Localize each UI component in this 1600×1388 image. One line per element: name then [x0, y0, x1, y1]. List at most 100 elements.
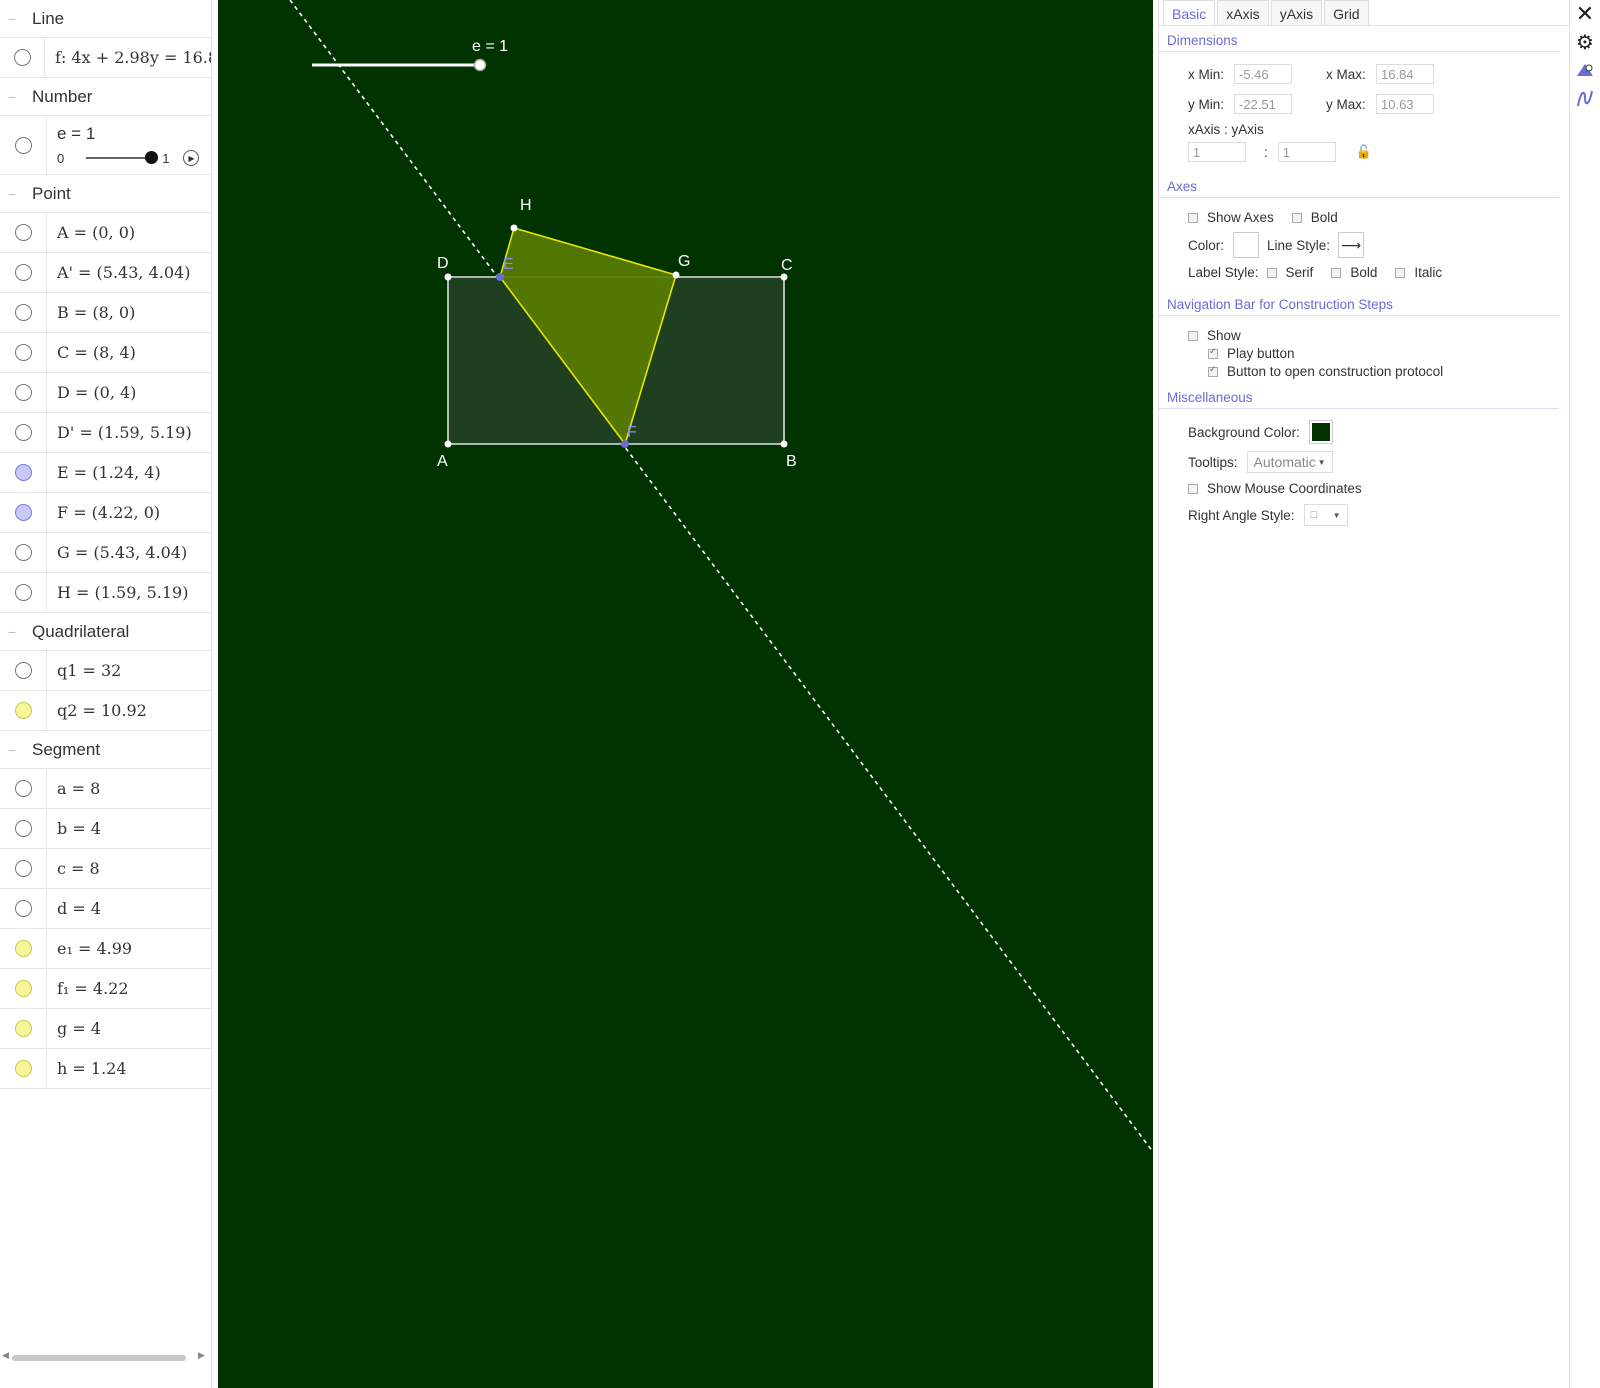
visibility-toggle[interactable]: [0, 213, 47, 252]
visibility-marble-icon[interactable]: [14, 344, 32, 361]
visibility-marble-icon[interactable]: [14, 464, 32, 481]
point-F[interactable]: [621, 440, 629, 448]
slider-label[interactable]: e = 1: [57, 124, 199, 144]
algebra-item-row[interactable]: h = 1.24: [0, 1048, 211, 1089]
point-B[interactable]: [780, 440, 788, 448]
visibility-toggle[interactable]: [0, 116, 47, 174]
visibility-marble-icon[interactable]: [14, 940, 32, 957]
ratio-y-field[interactable]: 1: [1277, 142, 1336, 162]
collapse-icon[interactable]: −: [8, 89, 32, 105]
axes-bold-checkbox[interactable]: [1291, 212, 1302, 223]
scroll-right-icon[interactable]: ▶: [198, 1350, 205, 1361]
algebra-expression[interactable]: e₁ = 4.99: [47, 939, 132, 958]
visibility-toggle[interactable]: [0, 333, 47, 372]
collapse-icon[interactable]: −: [8, 742, 32, 758]
visibility-toggle[interactable]: [0, 1009, 47, 1048]
show-axes-checkbox[interactable]: [1188, 212, 1198, 223]
ymin-field[interactable]: -22.51: [1234, 94, 1292, 114]
tab-grid[interactable]: Grid: [1324, 0, 1369, 25]
slider-knob[interactable]: [145, 151, 159, 164]
visibility-marble-icon[interactable]: [14, 224, 32, 241]
algebra-expression[interactable]: G = (5.43, 4.04): [47, 543, 187, 562]
collapse-icon[interactable]: −: [8, 11, 32, 27]
algebra-item-row[interactable]: C = (8, 4): [0, 332, 211, 373]
algebra-item-row[interactable]: d = 4: [0, 888, 211, 929]
navbar-show-checkbox[interactable]: [1188, 330, 1198, 341]
algebra-item-row[interactable]: B = (8, 0): [0, 292, 211, 333]
point-D[interactable]: [444, 273, 452, 281]
algebra-expression[interactable]: a = 8: [47, 779, 100, 798]
tab-basic[interactable]: Basic: [1163, 0, 1216, 25]
ratio-x-field[interactable]: 1: [1188, 142, 1246, 162]
scrollbar-thumb[interactable]: [12, 1355, 186, 1361]
right-angle-dropdown[interactable]: □ ▼: [1303, 504, 1348, 526]
function-icon[interactable]: [1570, 86, 1600, 110]
algebra-horizontal-scrollbar[interactable]: ◀ ▶: [0, 1350, 208, 1364]
visibility-toggle[interactable]: [0, 929, 47, 968]
visibility-toggle[interactable]: [0, 849, 47, 888]
visibility-marble-icon[interactable]: [14, 860, 32, 877]
xmin-field[interactable]: -5.46: [1234, 64, 1292, 84]
visibility-marble-icon[interactable]: [14, 980, 32, 997]
visibility-marble-icon[interactable]: [13, 49, 31, 66]
point-H[interactable]: [510, 224, 518, 232]
visibility-toggle[interactable]: [0, 769, 47, 808]
algebra-item-row[interactable]: D' = (1.59, 5.19): [0, 412, 211, 453]
visibility-toggle[interactable]: [0, 691, 47, 730]
visibility-marble-icon[interactable]: [14, 1060, 32, 1077]
visibility-marble-icon[interactable]: [14, 136, 32, 154]
visibility-marble-icon[interactable]: [14, 544, 32, 561]
algebra-item-row[interactable]: g = 4: [0, 1008, 211, 1049]
algebra-expression[interactable]: c = 8: [47, 859, 100, 878]
algebra-item-row[interactable]: c = 8: [0, 848, 211, 889]
algebra-expression[interactable]: H = (1.59, 5.19): [47, 583, 188, 602]
serif-checkbox[interactable]: [1266, 267, 1277, 278]
algebra-item-row[interactable]: f: 4x + 2.98y = 16.8: [0, 37, 211, 78]
close-icon[interactable]: ✕: [1570, 1, 1600, 26]
visibility-marble-icon[interactable]: [14, 662, 32, 679]
algebra-item-row[interactable]: E = (1.24, 4): [0, 452, 211, 493]
point-A[interactable]: [444, 440, 452, 448]
algebra-group-header[interactable]: − Number: [0, 78, 211, 116]
algebra-expression[interactable]: h = 1.24: [47, 1059, 127, 1078]
xmax-field[interactable]: 16.84: [1376, 64, 1434, 84]
visibility-toggle[interactable]: [0, 453, 47, 492]
visibility-toggle[interactable]: [0, 969, 47, 1008]
gear-icon[interactable]: ⚙: [1570, 30, 1600, 54]
visibility-toggle[interactable]: [0, 493, 47, 532]
graphics-style-icon[interactable]: [1570, 58, 1600, 82]
mouse-coords-checkbox[interactable]: [1188, 483, 1198, 494]
background-color-button[interactable]: [1308, 420, 1333, 444]
visibility-marble-icon[interactable]: [14, 304, 32, 321]
algebra-item-row[interactable]: G = (5.43, 4.04): [0, 532, 211, 573]
tab-yaxis[interactable]: yAxis: [1270, 0, 1323, 25]
point-E[interactable]: [496, 273, 504, 281]
line-style-arrow-icon[interactable]: ⟶: [1338, 232, 1365, 258]
italic-checkbox[interactable]: [1395, 267, 1406, 278]
slider-knob[interactable]: [473, 58, 487, 72]
algebra-expression[interactable]: f: 4x + 2.98y = 16.8: [45, 48, 211, 67]
tooltips-dropdown[interactable]: Automatic ▼: [1246, 451, 1333, 473]
visibility-toggle[interactable]: [0, 1049, 47, 1088]
visibility-marble-icon[interactable]: [14, 264, 32, 281]
algebra-expression[interactable]: g = 4: [47, 1019, 101, 1038]
collapse-icon[interactable]: −: [8, 624, 32, 640]
algebra-group-header[interactable]: − Line: [0, 0, 211, 38]
visibility-toggle[interactable]: [0, 809, 47, 848]
algebra-group-header[interactable]: − Point: [0, 175, 211, 213]
visibility-toggle[interactable]: [0, 573, 47, 612]
line-f[interactable]: [289, 0, 1153, 1153]
visibility-toggle[interactable]: [0, 889, 47, 928]
algebra-item-row[interactable]: q1 = 32: [0, 650, 211, 691]
algebra-expression[interactable]: q2 = 10.92: [47, 701, 147, 720]
axes-color-swatch[interactable]: [1233, 232, 1260, 258]
play-button-checkbox[interactable]: [1208, 346, 1218, 359]
algebra-expression[interactable]: E = (1.24, 4): [47, 463, 161, 482]
algebra-expression[interactable]: C = (8, 4): [47, 343, 136, 362]
visibility-marble-icon[interactable]: [14, 820, 32, 837]
graphics-canvas[interactable]: A B C D E F G H e = 1: [218, 0, 1153, 1388]
algebra-expression[interactable]: q1 = 32: [47, 661, 121, 680]
mini-slider[interactable]: 0 1 ▶: [57, 150, 200, 166]
visibility-toggle[interactable]: [0, 293, 47, 332]
tab-xaxis[interactable]: xAxis: [1217, 0, 1269, 25]
